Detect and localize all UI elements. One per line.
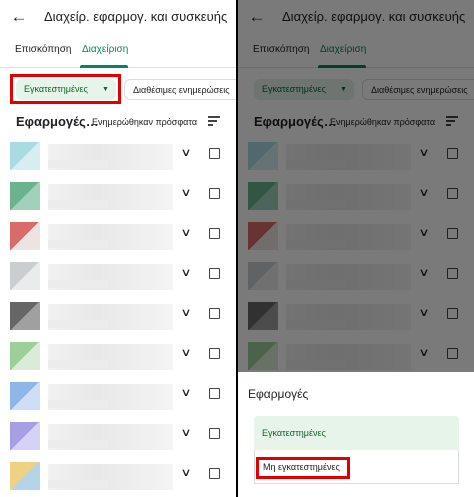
tab-manage[interactable]: Διαχείριση: [82, 44, 128, 55]
expand-chevron-icon[interactable]: ∨: [180, 386, 191, 399]
sort-icon[interactable]: [208, 116, 220, 126]
select-checkbox[interactable]: [209, 308, 220, 319]
select-checkbox[interactable]: [209, 268, 220, 279]
app-name-blurred: [48, 344, 173, 370]
app-name-blurred: [48, 224, 173, 250]
list-header: Εφαρμογές… Ενημερώθηκαν πρόσφατα: [0, 112, 236, 132]
select-checkbox[interactable]: [209, 348, 220, 359]
tab-indicator: [80, 65, 128, 68]
sheet-title: Εφαρμογές: [248, 387, 309, 401]
app-list-row[interactable]: ∨: [0, 258, 236, 294]
app-icon: [10, 262, 40, 290]
app-list-row[interactable]: ∨: [0, 138, 236, 174]
app-name-blurred: [48, 424, 173, 450]
app-list-row[interactable]: ∨: [0, 458, 236, 494]
app-icon: [10, 382, 40, 410]
app-name-blurred: [48, 304, 173, 330]
modal-scrim[interactable]: [238, 0, 474, 372]
tab-bar: Επισκόπηση Διαχείριση: [0, 40, 236, 68]
app-name-blurred: [48, 464, 173, 490]
app-name-blurred: [48, 264, 173, 290]
expand-chevron-icon[interactable]: ∨: [180, 186, 191, 199]
expand-chevron-icon[interactable]: ∨: [180, 146, 191, 159]
expand-chevron-icon[interactable]: ∨: [180, 346, 191, 359]
expand-chevron-icon[interactable]: ∨: [180, 466, 191, 479]
highlight-box: [256, 457, 350, 479]
select-checkbox[interactable]: [209, 388, 220, 399]
option-installed[interactable]: Εγκατεστημένες: [254, 416, 459, 450]
expand-chevron-icon[interactable]: ∨: [180, 226, 191, 239]
select-checkbox[interactable]: [209, 228, 220, 239]
app-list-row[interactable]: ∨: [0, 218, 236, 254]
app-list-row[interactable]: ∨: [0, 418, 236, 454]
app-icon: [10, 182, 40, 210]
expand-chevron-icon[interactable]: ∨: [180, 426, 191, 439]
highlight-box: [10, 74, 121, 104]
app-icon: [10, 342, 40, 370]
select-checkbox[interactable]: [209, 148, 220, 159]
app-name-blurred: [48, 384, 173, 410]
app-list-row[interactable]: ∨: [0, 378, 236, 414]
arrow-back-icon[interactable]: ←: [8, 6, 30, 28]
top-app-bar: ← Διαχείρ. εφαρμογ. και συσκευής: [0, 0, 236, 36]
tab-overview[interactable]: Επισκόπηση: [15, 44, 71, 55]
select-checkbox[interactable]: [209, 468, 220, 479]
app-name-blurred: [48, 184, 173, 210]
sort-label[interactable]: Ενημερώθηκαν πρόσφατα: [92, 117, 197, 127]
app-icon: [10, 142, 40, 170]
app-list-row[interactable]: ∨: [0, 338, 236, 374]
select-checkbox[interactable]: [209, 428, 220, 439]
page-title: Διαχείρ. εφαρμογ. και συσκευής: [44, 9, 228, 24]
app-icon: [10, 462, 40, 490]
expand-chevron-icon[interactable]: ∨: [180, 266, 191, 279]
list-title: Εφαρμογές…: [16, 114, 99, 129]
expand-chevron-icon[interactable]: ∨: [180, 306, 191, 319]
app-name-blurred: [48, 144, 173, 170]
updates-filter-chip[interactable]: Διαθέσιμες ενημερώσεις: [124, 79, 236, 100]
bottom-sheet: Εφαρμογές Εγκατεστημένες Μη εγκατεστημέν…: [238, 372, 474, 497]
app-icon: [10, 302, 40, 330]
app-icon: [10, 422, 40, 450]
app-list-row[interactable]: ∨: [0, 298, 236, 334]
right-screen: ← Διαχείρ. εφαρμογ. και συσκευής Επισκόπ…: [238, 0, 474, 497]
left-screen: ← Διαχείρ. εφαρμογ. και συσκευής Επισκόπ…: [0, 0, 236, 497]
app-list-row[interactable]: ∨: [0, 178, 236, 214]
app-icon: [10, 222, 40, 250]
select-checkbox[interactable]: [209, 188, 220, 199]
